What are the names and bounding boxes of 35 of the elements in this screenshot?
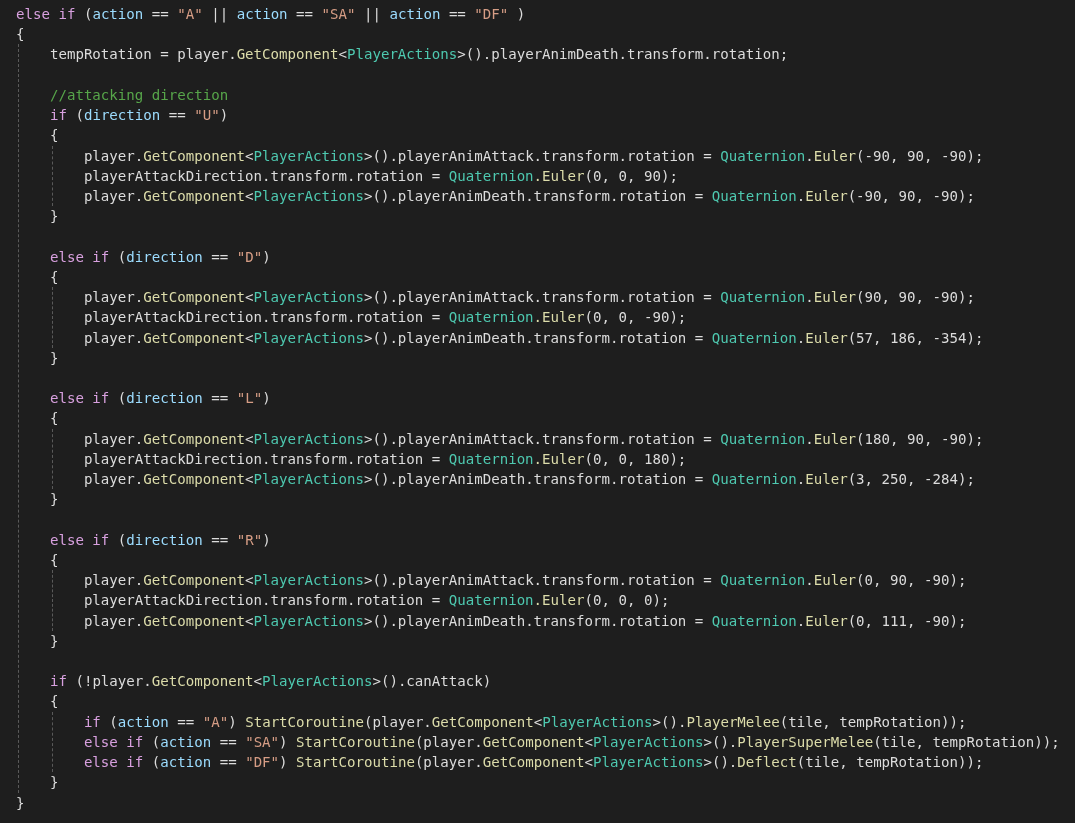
code-line: if (!player.GetComponent<PlayerActions>().canAttack) (49, 672, 492, 692)
code-line: player.GetComponent<PlayerActions>().playerAnimDeath.transform.rotation = Quaternion.Euler(0, 111, -90); (83, 611, 967, 631)
code-line: player.GetComponent<PlayerActions>().playerAnimDeath.transform.rotation = Quaternion.Euler(3, 250, -284); (83, 470, 975, 490)
code-line: player.GetComponent<PlayerActions>().playerAnimDeath.transform.rotation = Quaternion.Euler(-90, 90, -90); (83, 186, 975, 206)
code-line: player.GetComponent<PlayerActions>().playerAnimAttack.transform.rotation = Quaternion.Euler(-90, 90, -90); (83, 146, 984, 166)
code-line: { (49, 409, 59, 429)
code-line: tempRotation = player.GetComponent<PlayerActions>().playerAnimDeath.transform.rotation; (49, 45, 789, 65)
code-line: if (direction == "U") (49, 106, 229, 126)
code-line: player.GetComponent<PlayerActions>().playerAnimDeath.transform.rotation = Quaternion.Euler(57, 186, -354); (83, 328, 984, 348)
code-line: else if (action == "DF") StartCoroutine(player.GetComponent<PlayerActions>().Deflect(tile, tempRotation)); (83, 753, 984, 773)
code-line: { (49, 126, 59, 146)
code-line: { (49, 267, 59, 287)
code-line: } (49, 773, 59, 793)
code-line: else if (action == "SA") StartCoroutine(player.GetComponent<PlayerActions>().PlayerSuperMelee(tile, tempRotation)); (83, 732, 1060, 752)
code-line: playerAttackDirection.transform.rotation = Quaternion.Euler(0, 0, -90); (83, 308, 687, 328)
code-line: else if (direction == "R") (49, 530, 271, 550)
code-line: if (action == "A") StartCoroutine(player.GetComponent<PlayerActions>().PlayerMelee(tile, tempRotation)); (83, 712, 967, 732)
code-line: player.GetComponent<PlayerActions>().playerAnimAttack.transform.rotation = Quaternion.Euler(180, 90, -90); (83, 429, 984, 449)
code-line: { (16, 25, 25, 45)
code-line: //attacking direction (49, 85, 229, 105)
code-line: else if (direction == "L") (49, 389, 271, 409)
code-line: playerAttackDirection.transform.rotation = Quaternion.Euler(0, 0, 180); (83, 449, 687, 469)
code-line: } (49, 348, 59, 368)
code-line: else if (direction == "D") (49, 247, 271, 267)
code-line: { (49, 692, 59, 712)
code-line: } (16, 793, 25, 813)
code-line: player.GetComponent<PlayerActions>().playerAnimAttack.transform.rotation = Quaternion.Euler(90, 90, -90); (83, 288, 975, 308)
code-line: playerAttackDirection.transform.rotation = Quaternion.Euler(0, 0, 0); (83, 591, 670, 611)
code-line: playerAttackDirection.transform.rotation = Quaternion.Euler(0, 0, 90); (83, 166, 678, 186)
code-line: } (49, 631, 59, 651)
code-line: } (49, 490, 59, 510)
code-line: { (49, 550, 59, 570)
code-line: } (49, 207, 59, 227)
code-line: player.GetComponent<PlayerActions>().playerAnimAttack.transform.rotation = Quaternion.Euler(0, 90, -90); (83, 571, 967, 591)
code-line: else if (action == "A" || action == "SA" || action == "DF" ) (16, 5, 526, 25)
